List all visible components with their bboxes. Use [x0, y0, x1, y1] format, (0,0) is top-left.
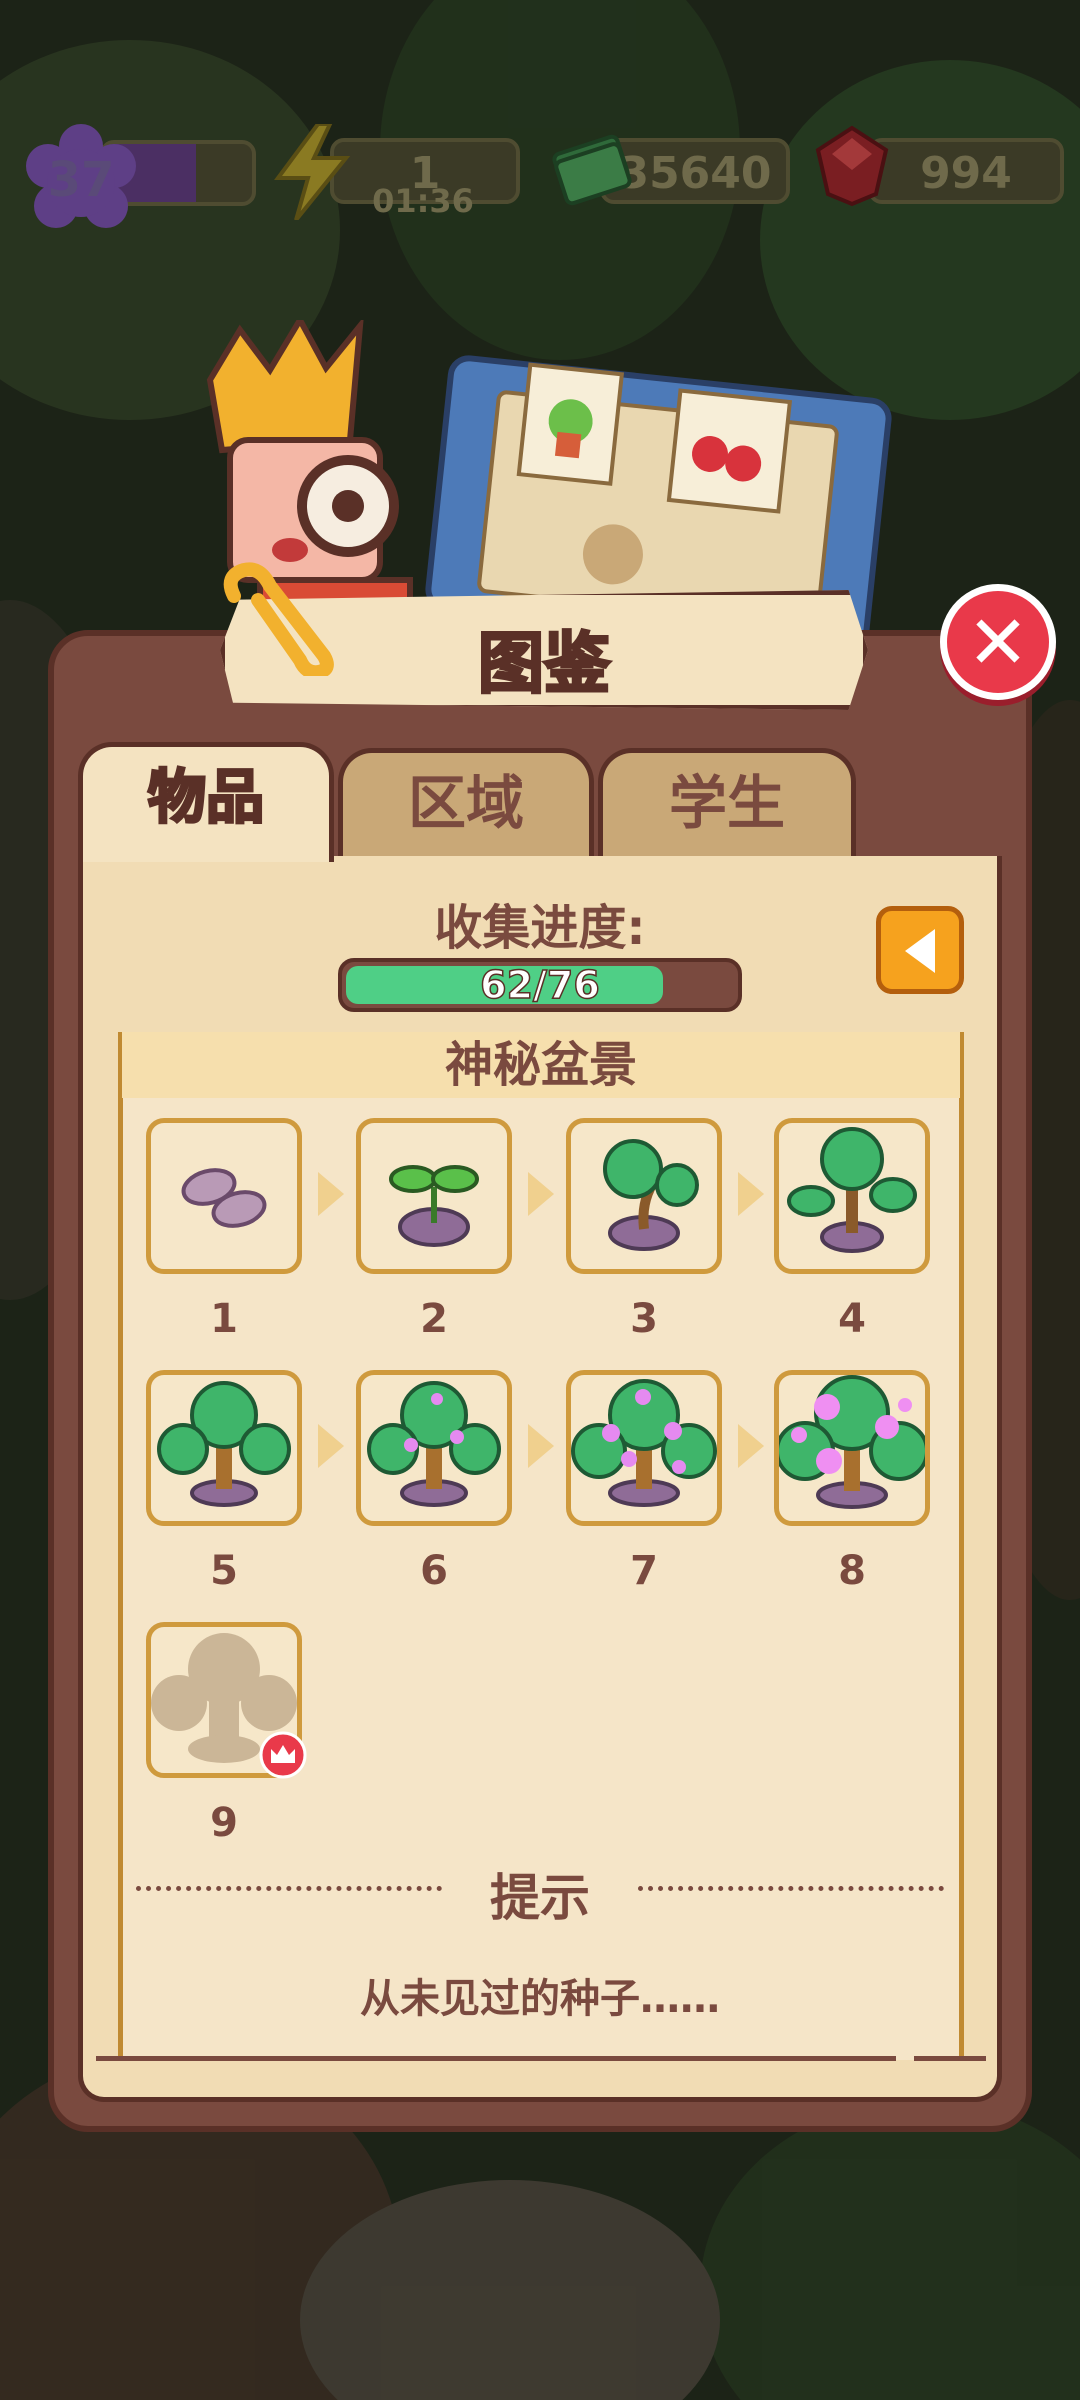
bottom-divider	[914, 2056, 986, 2061]
budding-tree-icon	[367, 1381, 501, 1507]
small-tree-icon	[787, 1127, 917, 1253]
arrow-icon	[738, 1424, 764, 1468]
tab-areas[interactable]: 区域	[338, 748, 594, 860]
hint-label: 提示	[490, 1869, 590, 1927]
level-badge[interactable]: 37	[22, 124, 140, 242]
top-hud: 37 1 01:36 35640 994	[0, 124, 1080, 228]
item-card-4[interactable]	[774, 1118, 930, 1274]
hint-divider-right	[638, 1886, 944, 1891]
cash-icon	[552, 134, 632, 206]
progress-text: 62/76	[479, 962, 600, 1008]
arrow-icon	[318, 1424, 344, 1468]
item-card-3[interactable]	[566, 1118, 722, 1274]
blooming-tree-icon	[571, 1379, 717, 1507]
back-button[interactable]	[876, 906, 964, 994]
item-number-6: 6	[420, 1548, 448, 1594]
arrow-icon	[528, 1172, 554, 1216]
arrow-icon	[738, 1172, 764, 1216]
level-number: 37	[47, 152, 115, 208]
full-bloom-tree-icon	[775, 1375, 929, 1509]
item-card-1[interactable]	[146, 1118, 302, 1274]
item-card-7[interactable]	[566, 1370, 722, 1526]
tree-icon	[157, 1381, 291, 1507]
ruby-icon	[815, 125, 889, 207]
energy-timer: 01:36	[372, 182, 474, 220]
item-number-7: 7	[630, 1548, 658, 1594]
gem-bar[interactable]: 994	[868, 138, 1064, 204]
collection-progress-bar: 62/76	[338, 958, 742, 1012]
back-arrow-icon	[905, 929, 935, 973]
section-title: 神秘盆景	[122, 1032, 960, 1098]
item-number-1: 1	[210, 1296, 238, 1342]
tab-items[interactable]: 物品	[78, 742, 334, 862]
item-number-3: 3	[630, 1296, 658, 1342]
item-number-9: 9	[210, 1800, 238, 1846]
item-card-6[interactable]	[356, 1370, 512, 1526]
item-card-8[interactable]	[774, 1370, 930, 1526]
paperclip-icon	[223, 562, 334, 676]
close-button[interactable]: ✕	[940, 584, 1056, 700]
bottom-divider	[96, 2056, 896, 2061]
tab-students[interactable]: 学生	[598, 748, 856, 860]
item-number-5: 5	[210, 1548, 238, 1594]
gem-value: 994	[920, 148, 1012, 199]
crown-badge-icon	[259, 1731, 307, 1779]
item-number-2: 2	[420, 1296, 448, 1342]
item-card-5[interactable]	[146, 1370, 302, 1526]
close-icon: ✕	[966, 600, 1029, 686]
item-card-9[interactable]	[146, 1622, 307, 1779]
seed-icon	[181, 1168, 267, 1228]
sprout-icon	[389, 1165, 479, 1247]
item-card-2[interactable]	[356, 1118, 512, 1274]
hint-text: 从未见过的种子……	[360, 1976, 720, 2022]
arrow-icon	[528, 1424, 554, 1468]
sapling-icon	[603, 1139, 699, 1251]
arrow-icon	[318, 1172, 344, 1216]
item-number-4: 4	[838, 1296, 866, 1342]
item-number-8: 8	[838, 1548, 866, 1594]
